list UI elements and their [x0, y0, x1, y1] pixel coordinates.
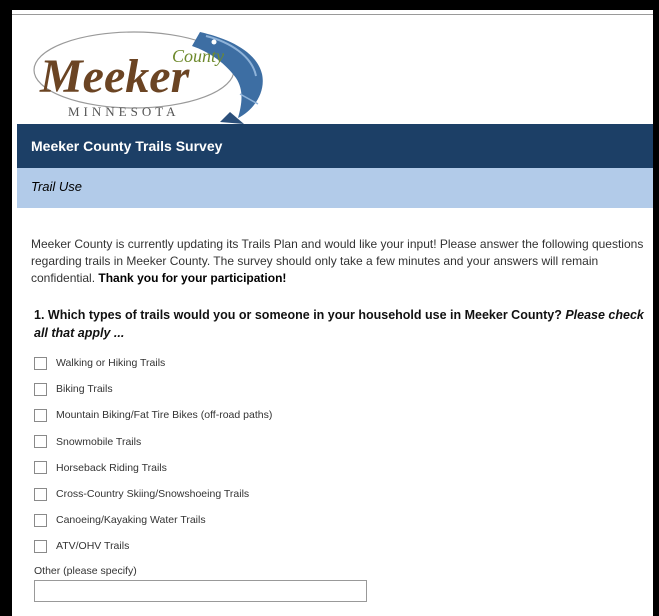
option-horseback[interactable]: Horseback Riding Trails	[34, 455, 272, 481]
section-title: Trail Use	[17, 168, 653, 208]
other-label: Other (please specify)	[34, 565, 137, 577]
logo-county-text: County	[172, 46, 224, 66]
other-input[interactable]	[34, 580, 367, 602]
logo-meeker-text: Meeker	[39, 50, 191, 103]
question-text: 1. Which types of trails would you or so…	[34, 308, 562, 322]
logo-state-text: MINNESOTA	[68, 104, 180, 119]
option-label: Mountain Biking/Fat Tire Bikes (off-road…	[56, 409, 273, 422]
checkbox[interactable]	[34, 408, 47, 422]
checkbox[interactable]	[34, 382, 47, 396]
intro-text: Meeker County is currently updating its …	[31, 236, 649, 287]
option-label: Biking Trails	[56, 383, 113, 396]
option-skiing[interactable]: Cross-Country Skiing/Snowshoeing Trails	[34, 481, 272, 507]
meeker-county-logo: Meeker County MINNESOTA	[33, 31, 263, 124]
checkbox[interactable]	[34, 539, 47, 553]
survey-page: Meeker County MINNESOTA Meeker County Tr…	[12, 10, 653, 616]
option-snowmobile[interactable]: Snowmobile Trails	[34, 429, 272, 455]
intro-thanks: Thank you for your participation!	[98, 271, 287, 285]
checkbox[interactable]	[34, 487, 47, 501]
option-label: Snowmobile Trails	[56, 435, 142, 448]
option-label: ATV/OHV Trails	[56, 540, 130, 553]
option-label: Canoeing/Kayaking Water Trails	[56, 514, 206, 527]
checkbox[interactable]	[34, 461, 47, 475]
option-canoeing[interactable]: Canoeing/Kayaking Water Trails	[34, 507, 272, 533]
top-border	[12, 10, 653, 15]
option-biking[interactable]: Biking Trails	[34, 376, 272, 402]
checkbox[interactable]	[34, 513, 47, 527]
checkbox[interactable]	[34, 435, 47, 449]
option-label: Horseback Riding Trails	[56, 461, 167, 474]
checkbox[interactable]	[34, 356, 47, 370]
option-mountain-biking[interactable]: Mountain Biking/Fat Tire Bikes (off-road…	[34, 402, 272, 428]
option-label: Walking or Hiking Trails	[56, 357, 166, 370]
option-walking[interactable]: Walking or Hiking Trails	[34, 350, 272, 376]
survey-title: Meeker County Trails Survey	[17, 124, 653, 168]
option-label: Cross-Country Skiing/Snowshoeing Trails	[56, 488, 250, 501]
option-atv[interactable]: ATV/OHV Trails	[34, 533, 272, 559]
trail-options: Walking or Hiking Trails Biking Trails M…	[34, 350, 272, 560]
question-1: 1. Which types of trails would you or so…	[34, 306, 646, 342]
